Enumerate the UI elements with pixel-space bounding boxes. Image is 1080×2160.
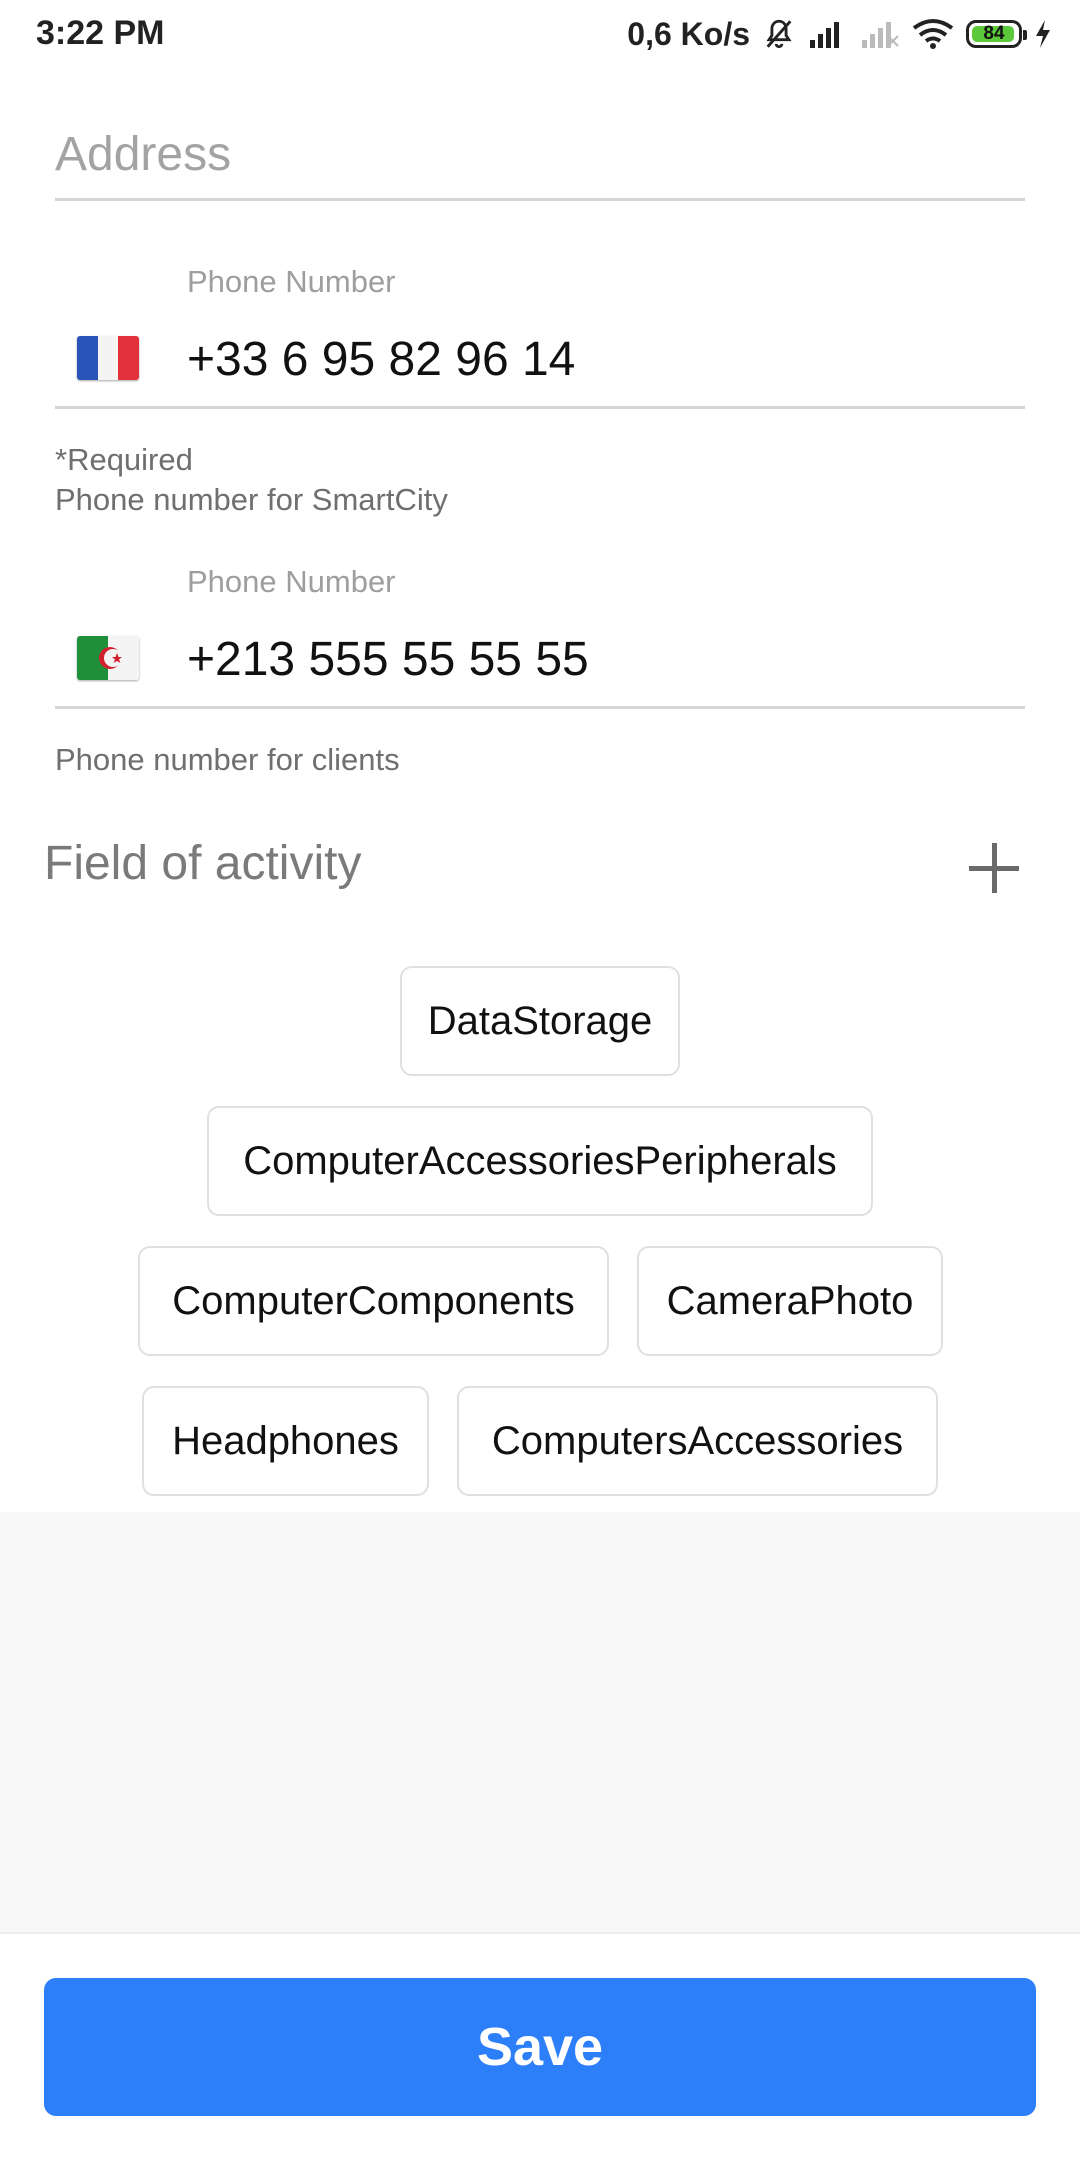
address-field[interactable]: Address [55,118,1025,201]
empty-content-area [0,1512,1080,1934]
activity-chip[interactable]: ComputerAccessoriesPeripherals [207,1106,873,1216]
status-icons: 0,6 Ko/s 84 [627,12,1052,56]
phone-field-smartcity: Phone Number +33 6 95 82 96 14 [55,264,1025,414]
france-flag-icon[interactable] [77,336,139,380]
phone-input-row[interactable]: +213 555 55 55 55 [55,606,1025,709]
charging-bolt-icon [1034,18,1052,50]
required-note: *Required [55,442,193,477]
phone-field-clients: Phone Number +213 555 55 55 55 [55,564,1025,714]
phone-number-input[interactable]: +33 6 95 82 96 14 [187,332,575,387]
battery-level: 84 [983,23,1005,44]
status-bar: 3:22 PM 0,6 Ko/s 84 [0,0,1080,66]
battery-tip [1023,30,1027,40]
activity-chip[interactable]: DataStorage [400,966,680,1076]
status-time: 3:22 PM [36,14,165,52]
add-activity-button[interactable] [964,838,1024,898]
wifi-icon [912,18,954,50]
mute-bell-icon [762,17,796,51]
algeria-flag-icon[interactable] [77,636,139,680]
activity-chip[interactable]: ComputerComponents [138,1246,609,1356]
save-button[interactable]: Save [44,1978,1036,2116]
signal-empty-icon [860,18,900,50]
address-placeholder: Address [55,128,232,181]
field-of-activity-title: Field of activity [44,837,362,890]
battery-icon: 84 [966,20,1027,48]
network-speed: 0,6 Ko/s [627,15,750,52]
activity-chip[interactable]: CameraPhoto [637,1246,943,1356]
activity-chip[interactable]: ComputersAccessories [457,1386,938,1496]
phone-helper-smartcity: Phone number for SmartCity [55,482,448,517]
activity-chip[interactable]: Headphones [142,1386,429,1496]
phone-label: Phone Number [187,264,396,299]
phone-label: Phone Number [187,564,396,599]
phone-number-input[interactable]: +213 555 55 55 55 [187,632,589,687]
phone-input-row[interactable]: +33 6 95 82 96 14 [55,306,1025,409]
signal-icon [808,18,848,50]
phone-helper-clients: Phone number for clients [55,742,400,777]
